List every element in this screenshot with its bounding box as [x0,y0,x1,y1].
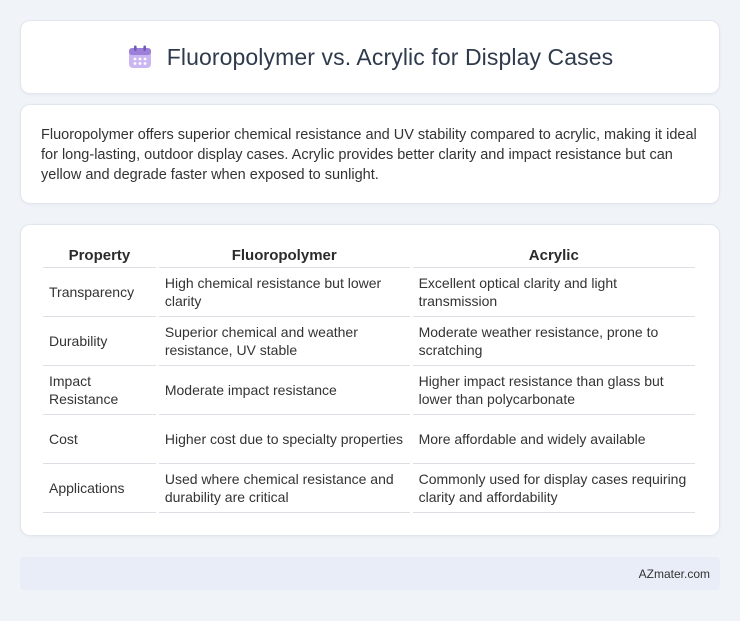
table-row: Applications Used where chemical resista… [43,464,695,513]
page-title: Fluoropolymer vs. Acrylic for Display Ca… [166,43,614,70]
header-acrylic: Acrylic [412,245,695,268]
header-fluoropolymer: Fluoropolymer [158,245,410,268]
title-wrap: Fluoropolymer vs. Acrylic for Display Ca… [127,44,614,71]
summary-text: Fluoropolymer offers superior chemical r… [41,127,697,183]
table-header-row: Property Fluoropolymer Acrylic [43,245,695,268]
cell-fluoropolymer: Superior chemical and weather resistance… [158,317,410,366]
cell-fluoropolymer: Moderate impact resistance [158,366,410,415]
cell-property: Applications [43,464,156,513]
comparison-table: Property Fluoropolymer Acrylic Transpare… [40,245,698,513]
comparison-table-card: Property Fluoropolymer Acrylic Transpare… [20,224,720,536]
summary-card: Fluoropolymer offers superior chemical r… [20,104,720,204]
cell-acrylic: Moderate weather resistance, prone to sc… [412,317,695,366]
table-row: Transparency High chemical resistance bu… [43,268,695,317]
cell-property: Impact Resistance [43,366,156,415]
table-row: Impact Resistance Moderate impact resist… [43,366,695,415]
cell-acrylic: Excellent optical clarity and light tran… [412,268,695,317]
cell-fluoropolymer: High chemical resistance but lower clari… [158,268,410,317]
header-property: Property [43,245,156,268]
cell-fluoropolymer: Higher cost due to specialty properties [158,415,410,464]
table-row: Cost Higher cost due to specialty proper… [43,415,695,464]
title-card: Fluoropolymer vs. Acrylic for Display Ca… [20,20,720,94]
cell-property: Durability [43,317,156,366]
table-row: Durability Superior chemical and weather… [43,317,695,366]
calendar-icon [128,45,151,68]
cell-acrylic: More affordable and widely available [412,415,695,464]
footer: AZmater.com [20,557,720,590]
cell-property: Cost [43,415,156,464]
cell-acrylic: Higher impact resistance than glass but … [412,366,695,415]
cell-fluoropolymer: Used where chemical resistance and durab… [158,464,410,513]
cell-property: Transparency [43,268,156,317]
cell-acrylic: Commonly used for display cases requirin… [412,464,695,513]
footer-site-link[interactable]: AZmater.com [639,567,710,581]
